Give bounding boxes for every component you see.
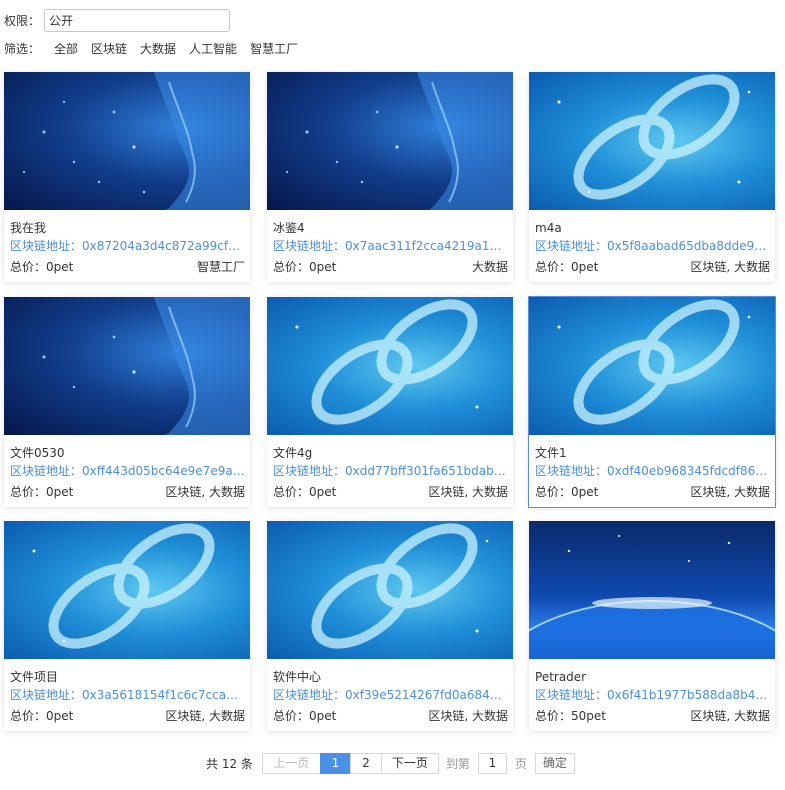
card-title: 文件4g [273, 446, 313, 460]
card-tags: 智慧工厂 [196, 260, 245, 274]
card-price: 总价：0pet [10, 260, 74, 274]
card-address[interactable]: 区块链地址：0x7aac311f2cca4219a1de8... [273, 238, 508, 254]
card-address[interactable]: 区块链地址：0xf39e5214267fd0a68436d... [273, 687, 508, 703]
goto-suffix: 页 [514, 756, 527, 771]
resource-card[interactable]: 文件0530 区块链地址：0xff443d05bc64e9e7e9ae9... … [4, 297, 250, 507]
card-title: 文件0530 [10, 446, 65, 460]
filter-ai[interactable]: 人工智能 [189, 40, 237, 57]
card-price: 总价：0pet [10, 485, 74, 499]
card-address[interactable]: 区块链地址：0xdf40eb968345fdcdf86713... [535, 463, 770, 479]
card-image-face [267, 72, 513, 210]
page-2-button[interactable]: 2 [349, 752, 382, 774]
card-title: m4a [535, 221, 562, 235]
card-price: 总价：0pet [10, 709, 74, 723]
page-1-button[interactable]: 1 [319, 752, 351, 774]
card-tags: 区块链, 大数据 [428, 485, 508, 499]
card-address[interactable]: 区块链地址：0x5f8aabad65dba8dde96ef... [535, 238, 770, 254]
resource-card[interactable]: 我在我 区块链地址：0x87204a3d4c872a99cf5dcf... 总价… [4, 72, 250, 282]
card-image-chain [267, 521, 513, 659]
card-title: 冰鉴4 [273, 221, 305, 235]
card-price: 总价：0pet [535, 485, 599, 499]
permission-row: 权限： [4, 8, 230, 32]
card-price: 总价：0pet [535, 260, 599, 274]
resource-card[interactable]: Petrader 区块链地址：0x6f41b1977b588da8b41ef..… [529, 521, 775, 731]
card-image-chain [529, 72, 775, 210]
resource-card[interactable]: 文件4g 区块链地址：0xdd77bff301fa651bdab678... 总… [267, 297, 513, 507]
goto-confirm-button[interactable]: 确定 [534, 752, 575, 774]
card-address[interactable]: 区块链地址：0xff443d05bc64e9e7e9ae9... [10, 463, 245, 479]
card-image-chain [4, 521, 250, 659]
resource-card[interactable]: 软件中心 区块链地址：0xf39e5214267fd0a68436d... 总价… [267, 521, 513, 731]
resource-card[interactable]: 文件项目 区块链地址：0x3a5618154f1c6c7cca965... 总价… [4, 521, 250, 731]
card-image-chain [529, 297, 775, 435]
pagination-total: 共 12 条 [206, 756, 253, 771]
permission-label: 权限： [4, 13, 41, 28]
card-tags: 区块链, 大数据 [165, 485, 245, 499]
goto-page-input[interactable]: 1 [477, 752, 507, 774]
card-address[interactable]: 区块链地址：0xdd77bff301fa651bdab678... [273, 463, 508, 479]
card-title: 文件项目 [10, 670, 59, 684]
pagination: 共 12 条 上一页 1 2 下一页 到第 1 页 确定 [206, 752, 575, 774]
permission-input[interactable] [44, 8, 230, 32]
prev-page-button[interactable]: 上一页 [261, 752, 321, 774]
resource-card[interactable]: m4a 区块链地址：0x5f8aabad65dba8dde96ef... 总价：… [529, 72, 775, 282]
card-title: 文件1 [535, 446, 567, 460]
filter-blockchain[interactable]: 区块链 [91, 40, 127, 57]
filter-row: 筛选： 全部 区块链 大数据 人工智能 智慧工厂 [4, 40, 311, 56]
filter-label: 筛选： [4, 41, 41, 56]
goto-prefix: 到第 [445, 756, 470, 771]
card-price: 总价：0pet [273, 709, 337, 723]
card-price: 总价：50pet [535, 709, 606, 723]
card-image-chain [267, 297, 513, 435]
card-price: 总价：0pet [273, 260, 337, 274]
card-tags: 区块链, 大数据 [165, 709, 245, 723]
card-tags: 区块链, 大数据 [690, 485, 770, 499]
card-tags: 区块链, 大数据 [690, 260, 770, 274]
next-page-button[interactable]: 下一页 [380, 752, 439, 774]
card-image-face [4, 72, 250, 210]
card-image-face [4, 297, 250, 435]
card-address[interactable]: 区块链地址：0x87204a3d4c872a99cf5dcf... [10, 238, 245, 254]
card-tags: 区块链, 大数据 [690, 709, 770, 723]
card-price: 总价：0pet [273, 485, 337, 499]
filter-bigdata[interactable]: 大数据 [140, 40, 176, 57]
card-address[interactable]: 区块链地址：0x3a5618154f1c6c7cca965... [10, 687, 245, 703]
filter-smart-factory[interactable]: 智慧工厂 [250, 40, 298, 57]
card-tags: 大数据 [471, 260, 508, 274]
filter-all[interactable]: 全部 [54, 40, 78, 57]
card-address[interactable]: 区块链地址：0x6f41b1977b588da8b41ef... [535, 687, 770, 703]
card-image-globe [529, 521, 775, 659]
card-title: Petrader [535, 670, 587, 684]
card-tags: 区块链, 大数据 [428, 709, 508, 723]
card-title: 软件中心 [273, 670, 322, 684]
resource-card-selected[interactable]: 文件1 区块链地址：0xdf40eb968345fdcdf86713... 总价… [528, 296, 776, 508]
resource-card[interactable]: 冰鉴4 区块链地址：0x7aac311f2cca4219a1de8... 总价：… [267, 72, 513, 282]
card-title: 我在我 [10, 221, 47, 235]
